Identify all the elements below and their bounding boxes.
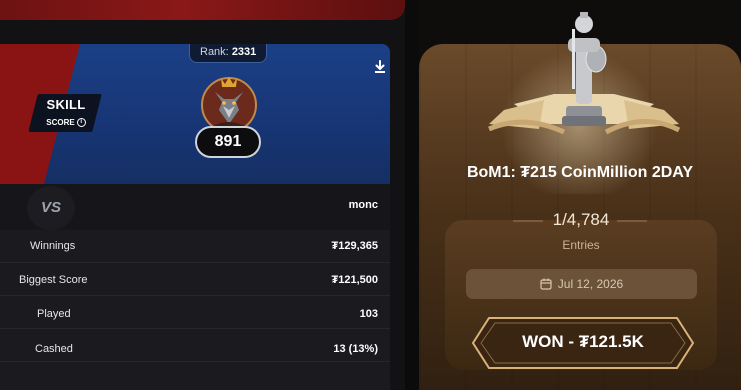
tournament-result-panel: BoM1: ₮215 CoinMillion 2DAY 1/4,784 Entr…	[419, 0, 741, 390]
stat-row-played: Played 103	[0, 296, 390, 329]
panel-divider	[405, 0, 419, 390]
opponent-name[interactable]: monc	[330, 199, 378, 211]
trophy-icon	[488, 12, 681, 135]
rank-badge: Rank: 2331	[189, 44, 268, 63]
top-banner-strip	[0, 0, 405, 20]
profile-header: Rank: 2331 SKILL SCORE i 891	[0, 44, 390, 184]
stat-value: 103	[359, 308, 378, 320]
vs-badge: VS	[27, 186, 75, 230]
versus-row: VS monc	[0, 184, 390, 230]
stat-row-winnings: Winnings ₮129,365	[0, 230, 390, 263]
entries-value: 1/4,784	[552, 210, 610, 229]
skill-score-value: 891	[195, 126, 261, 158]
skill-subtitle: SCORE i	[46, 118, 86, 127]
stat-label: Winnings	[30, 240, 76, 252]
download-icon[interactable]	[373, 60, 387, 74]
rank-value: 2331	[231, 46, 257, 58]
rank-label: Rank:	[200, 46, 229, 58]
stat-label: Biggest Score	[19, 274, 88, 286]
entries-label: Entries	[562, 238, 600, 252]
tournament-date: Jul 12, 2026	[557, 277, 624, 291]
info-icon[interactable]: i	[76, 118, 86, 127]
stat-row-biggest-score: Biggest Score ₮121,500	[0, 263, 390, 296]
date-badge: Jul 12, 2026	[466, 269, 697, 299]
won-amount: WON - ₮121.5K	[522, 332, 644, 351]
stat-row-cashed: Cashed 13 (13%)	[0, 329, 390, 362]
stat-label: Played	[37, 308, 71, 320]
stats-table: Winnings ₮129,365 Biggest Score ₮121,500…	[0, 230, 390, 390]
skill-title: SKILL	[46, 97, 86, 112]
player-profile-panel: Rank: 2331 SKILL SCORE i 891 VS monc Win…	[0, 0, 405, 390]
tournament-title[interactable]: BoM1: ₮215 CoinMillion 2DAY	[419, 164, 741, 182]
avatar[interactable]	[198, 72, 260, 134]
stat-value: ₮121,500	[331, 274, 378, 286]
stat-label: Cashed	[35, 343, 73, 355]
calendar-icon	[540, 278, 552, 290]
stat-value: ₮129,365	[331, 240, 378, 252]
stat-value: 13 (13%)	[333, 343, 378, 355]
skill-score-label[interactable]: SKILL SCORE i	[38, 97, 94, 130]
skill-sub-text: SCORE	[46, 118, 75, 127]
